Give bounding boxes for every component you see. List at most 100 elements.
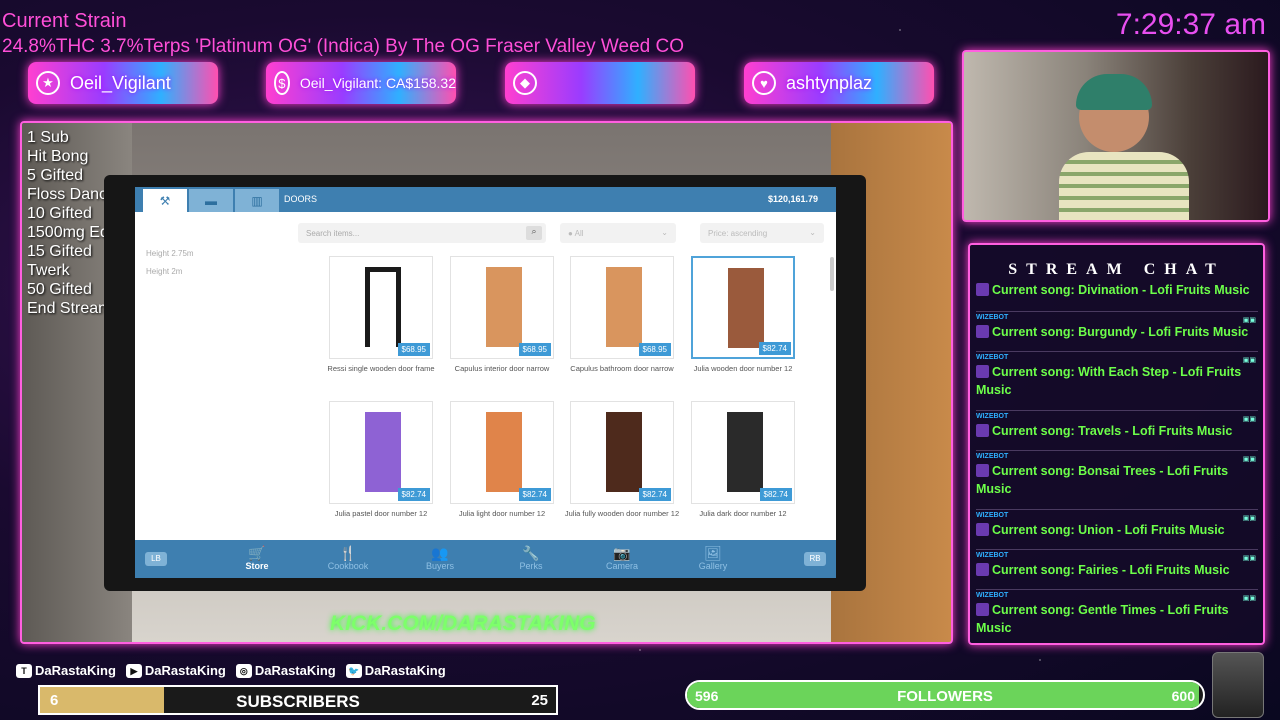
item-price: $82.74 (758, 342, 791, 355)
nav-label: Store (245, 561, 269, 571)
webcam-feed (962, 50, 1270, 222)
music-note-icon (976, 424, 989, 437)
store-item-card[interactable]: $68.95 (570, 256, 674, 359)
alert-bar: ★ Oeil_Vigilant (28, 62, 218, 104)
search-input[interactable]: Search items... ⌕ (298, 223, 546, 243)
nav-buyers[interactable]: 👥 Buyers (410, 545, 470, 571)
cart-icon: 🛒 (248, 545, 266, 561)
sort-value: Price: ascending (708, 229, 768, 238)
chat-message: WIZEBOT ▣▣ Current song: Gentle Times - L… (976, 589, 1258, 637)
chat-text: Current song: Burgundy - Lofi Fruits Mus… (992, 325, 1249, 339)
scrollbar[interactable] (830, 257, 834, 291)
chat-username: WIZEBOT (976, 592, 1009, 599)
chat-text: Current song: Travels - Lofi Fruits Musi… (992, 424, 1233, 438)
item-price: $82.74 (518, 488, 551, 501)
door-thumbnail (606, 412, 642, 492)
kick-url: KICK.COM/DARASTAKING (330, 612, 596, 635)
cutlery-icon: 🍴 (339, 545, 357, 561)
item-price: $82.74 (759, 488, 792, 501)
filter-dropdown[interactable]: ● All ⌄ (560, 223, 676, 243)
search-placeholder: Search items... (306, 229, 360, 238)
chat-username: WIZEBOT (976, 552, 1009, 559)
nav-label: Perks (519, 561, 543, 571)
chat-text-wrap: Current song: Burgundy - Lofi Fruits Mus… (976, 323, 1258, 341)
item-price: $82.74 (638, 488, 671, 501)
balance: $120,161.79 (767, 194, 818, 204)
followers-label: FOLLOWERS (897, 688, 993, 705)
store-item-card[interactable]: $82.74 (450, 401, 554, 504)
chevron-down-icon: ⌄ (661, 228, 668, 237)
store-item-card[interactable]: $82.74 (329, 401, 433, 504)
social-link[interactable]: 🐦 DaRastaKing (345, 663, 446, 678)
chat-text: Current song: Bonsai Trees - Lofi Fruits… (976, 464, 1229, 496)
filter-option-height-2[interactable]: Height 2m (146, 267, 182, 276)
chat-text: Current song: Union - Lofi Fruits Music (992, 523, 1225, 537)
item-name: Julia dark door number 12 (699, 509, 787, 518)
rb-button[interactable]: RB (804, 552, 826, 566)
tip-jar-icon (1212, 652, 1264, 718)
social-link[interactable]: ◎ DaRastaKing (235, 663, 336, 678)
store-item-card[interactable]: $68.95 (450, 256, 554, 359)
chat-message: WIZEBOT ▣▣ Current song: Fairies - Lofi F… (976, 549, 1258, 579)
nav-label: Gallery (698, 561, 728, 571)
music-note-icon (976, 603, 989, 616)
music-note-icon (976, 464, 989, 477)
badge-icon: ▣▣ (1242, 595, 1256, 602)
nav-perks[interactable]: 🔧 Perks (501, 545, 561, 571)
store-topbar: ⚒ ▬ ▥ DOORS $120,161.79 (135, 187, 836, 212)
item-name: Julia fully wooden door number 12 (564, 509, 680, 518)
chevron-down-icon: ⌄ (809, 228, 816, 237)
chat-text-wrap: Current song: Fairies - Lofi Fruits Musi… (976, 561, 1258, 579)
chat-text: Current song: Divination - Lofi Fruits M… (992, 283, 1250, 297)
chat-text: Current song: Gentle Times - Lofi Fruits… (976, 603, 1229, 635)
alert-bar: $ Oeil_Vigilant: CA$158.32 (266, 62, 456, 104)
store-item-card[interactable]: $82.74 (691, 401, 795, 504)
filter-value: All (574, 229, 584, 238)
social-link[interactable]: T DaRastaKing (16, 663, 116, 678)
strain-title: Current Strain (2, 10, 127, 32)
clock: 7:29:37 am (1115, 8, 1266, 41)
store-item-card[interactable]: $82.74 (691, 256, 795, 359)
chat-text-wrap: Current song: Bonsai Trees - Lofi Fruits… (976, 462, 1258, 498)
nav-cookbook[interactable]: 🍴 Cookbook (318, 545, 378, 571)
nav-store[interactable]: 🛒 Store (227, 545, 287, 571)
heart-icon: ♥ (752, 71, 776, 95)
chat-username: WIZEBOT (976, 314, 1009, 321)
chat-text: Current song: Fairies - Lofi Fruits Musi… (992, 563, 1230, 577)
nav-gallery[interactable]: 🖼 Gallery (683, 545, 743, 571)
camera-icon: 📷 (613, 545, 631, 561)
door-thumbnail (727, 412, 763, 492)
stream-chat: STREAM CHAT Current song: Divination - L… (968, 243, 1265, 645)
store-screen: ⚒ ▬ ▥ DOORS $120,161.79 Height 2.75m Heigh… (135, 187, 836, 578)
chat-message: WIZEBOT ▣▣ Current song: With Each Step -… (976, 351, 1258, 399)
youtube-icon: ▶ (125, 663, 142, 678)
hammer-icon: ⚒ (159, 193, 171, 208)
item-price: $68.95 (518, 343, 551, 356)
category-tab[interactable]: ▥ (235, 189, 279, 212)
followers-goal-bar: 596 FOLLOWERS 600 (685, 680, 1205, 710)
nav-camera[interactable]: 📷 Camera (592, 545, 652, 571)
door-thumbnail (365, 267, 401, 347)
item-name: Capulus bathroom door narrow (570, 364, 674, 373)
filter-option-height-275[interactable]: Height 2.75m (146, 249, 194, 258)
item-name: Julia pastel door number 12 (334, 509, 428, 518)
store-item-card[interactable]: $68.95 (329, 256, 433, 359)
twitch-icon: T (16, 663, 32, 678)
strain-description: 24.8%THC 3.7%Terps 'Platinum OG' (Indica… (2, 36, 684, 57)
social-links: T DaRastaKing ▶ DaRastaKing ◎ DaRastaKing 🐦… (16, 663, 446, 678)
lb-button[interactable]: LB (145, 552, 167, 566)
users-icon: 👥 (431, 545, 449, 561)
social-name: DaRastaKing (364, 663, 446, 678)
category-tab[interactable]: ▬ (189, 189, 233, 212)
chat-message: WIZEBOT ▣▣ Current song: Bonsai Trees - L… (976, 450, 1258, 498)
goal-item: 1 Sub (27, 129, 69, 146)
alert-text: ashtynplaz (786, 72, 873, 93)
sort-dropdown[interactable]: Price: ascending ⌄ (700, 223, 824, 243)
category-tab[interactable]: ⚒ (143, 189, 187, 212)
social-link[interactable]: ▶ DaRastaKing (125, 663, 226, 678)
music-note-icon (976, 563, 989, 576)
badge-icon: ▣▣ (1242, 357, 1256, 364)
chat-title: STREAM CHAT (1008, 261, 1225, 278)
store-item-card[interactable]: $82.74 (570, 401, 674, 504)
search-icon[interactable]: ⌕ (526, 226, 542, 240)
